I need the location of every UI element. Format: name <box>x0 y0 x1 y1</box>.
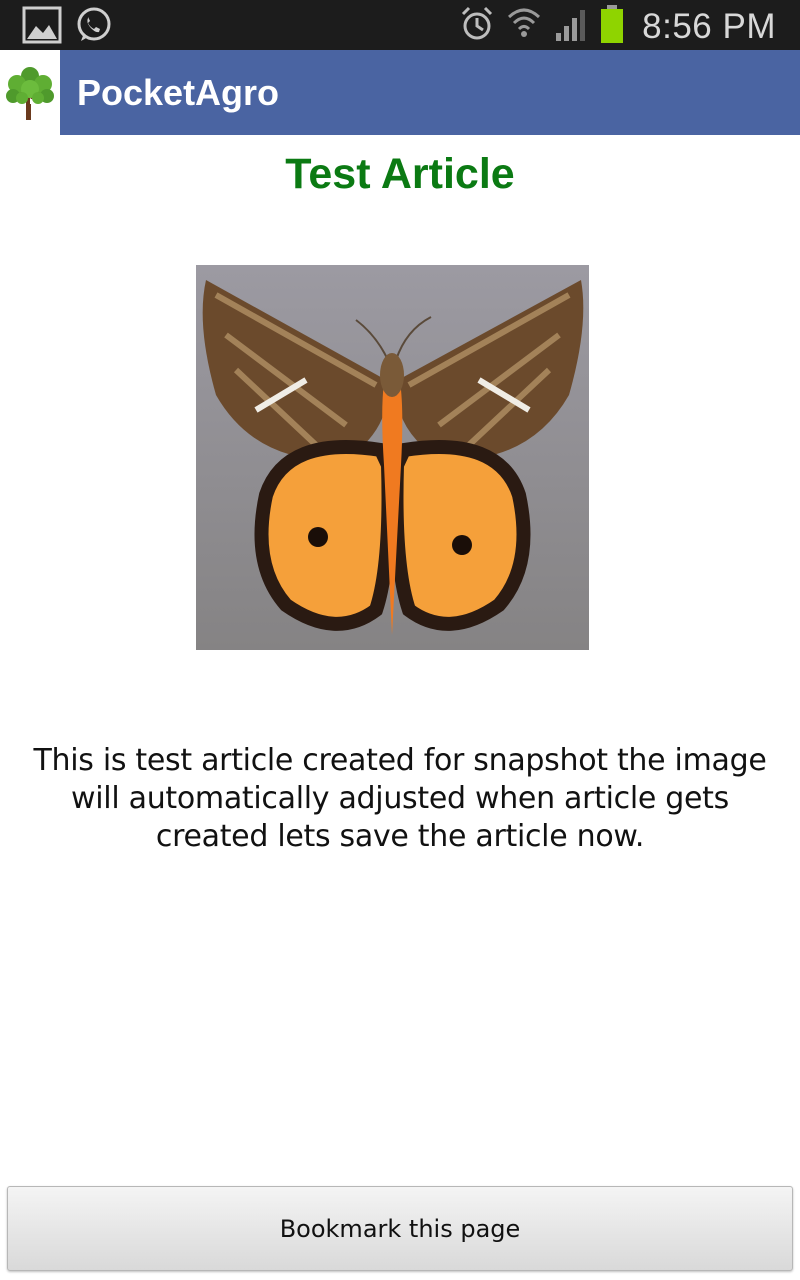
bookmark-button[interactable]: Bookmark this page <box>7 1186 793 1271</box>
moth-image <box>196 265 589 650</box>
status-right-icons: 8:56 PM <box>460 4 776 49</box>
status-time: 8:56 PM <box>642 6 776 46</box>
status-bar: 8:56 PM <box>0 0 800 50</box>
battery-icon <box>600 4 624 49</box>
app-title: PocketAgro <box>77 71 280 113</box>
gallery-icon <box>22 6 62 49</box>
article-body: This is test article created for snapsho… <box>33 743 767 854</box>
title-bar: PocketAgro <box>60 50 800 135</box>
wifi-icon <box>506 5 542 48</box>
whatsapp-icon <box>74 6 114 49</box>
alarm-icon <box>460 5 494 48</box>
signal-icon <box>554 5 588 48</box>
status-left-icons <box>22 6 114 49</box>
tree-icon[interactable] <box>0 50 60 135</box>
article-title: Test Article <box>285 150 515 198</box>
action-bar: PocketAgro <box>0 50 800 135</box>
